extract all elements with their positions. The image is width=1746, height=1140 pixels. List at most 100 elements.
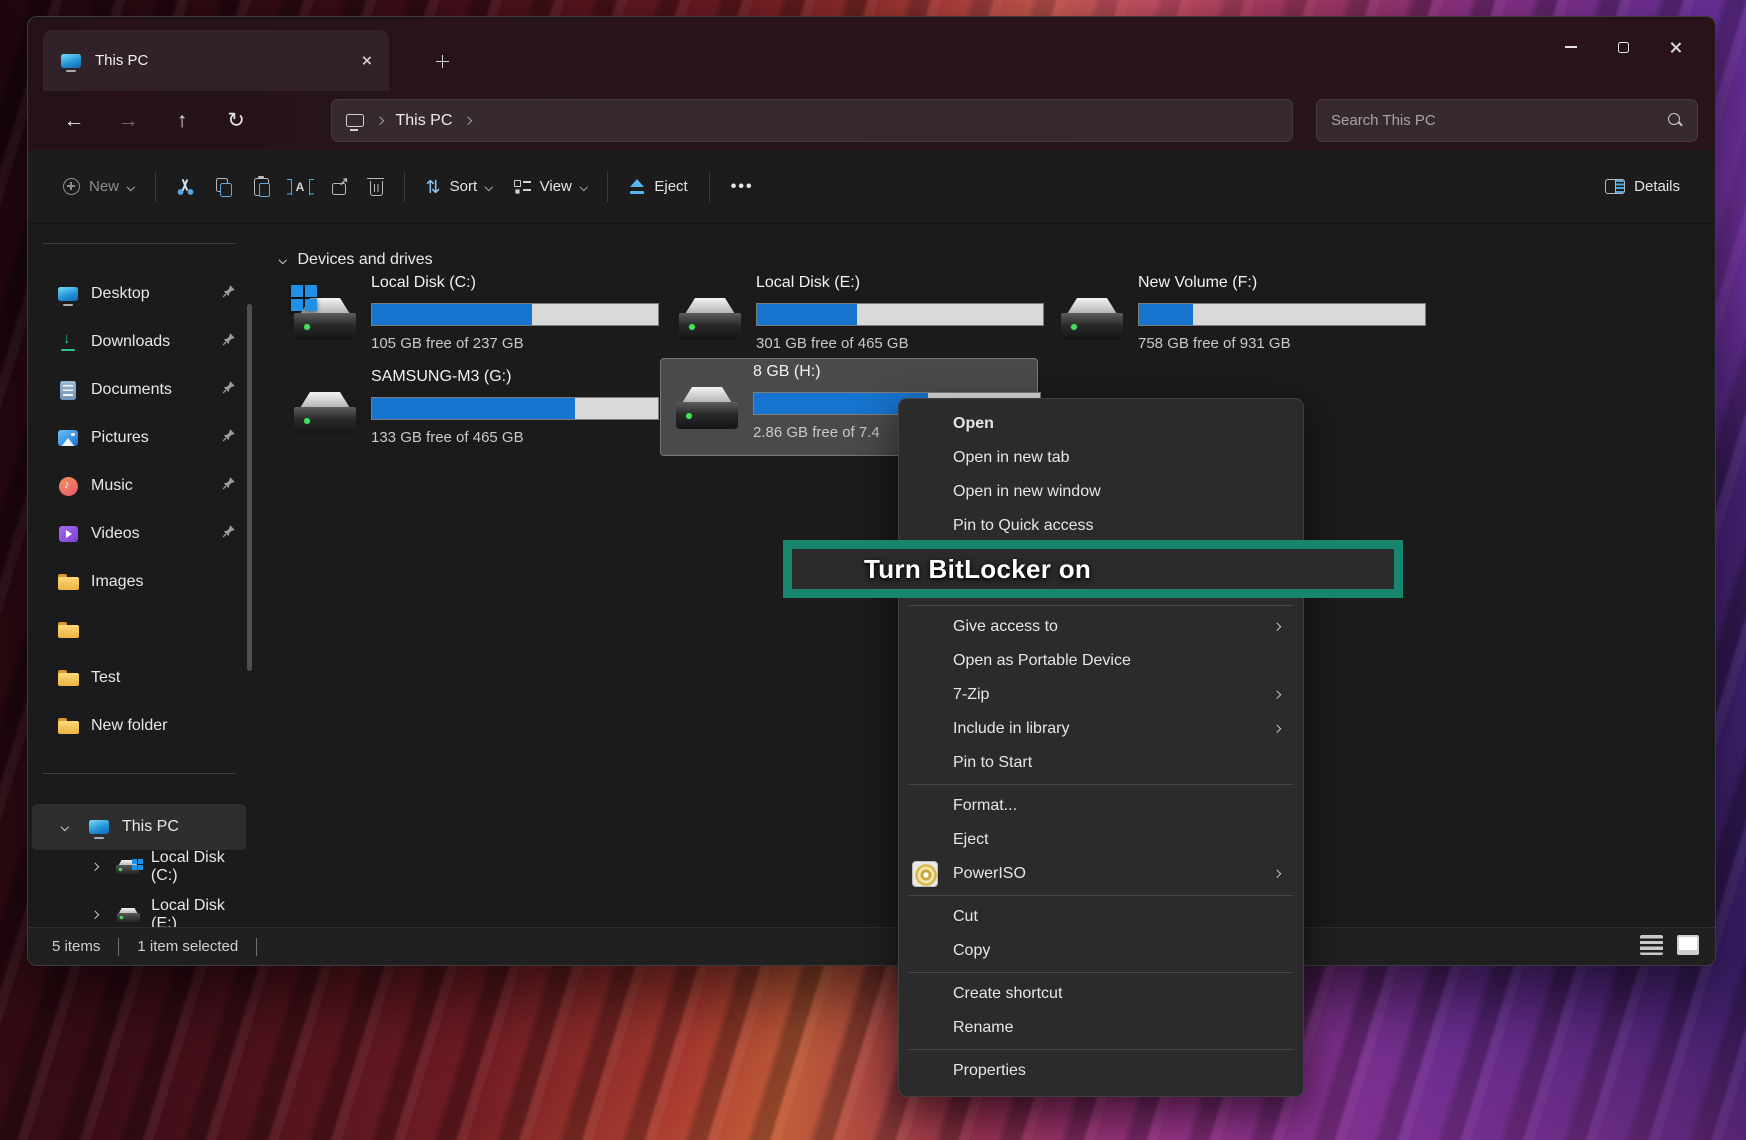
details-view-icon[interactable] (1640, 935, 1663, 955)
delete-button[interactable] (359, 165, 394, 209)
drive-tile-local-disk-e[interactable]: Local Disk (E:)301 GB free of 465 GB (656, 270, 1034, 368)
search-input[interactable]: Search This PC (1316, 99, 1698, 142)
refresh-button[interactable]: ↻ (216, 101, 256, 141)
menu-item-eject[interactable]: Eject (899, 823, 1303, 857)
this-pc-outline-icon (346, 114, 364, 127)
plus-icon (436, 55, 449, 68)
large-icons-view-icon[interactable] (1677, 935, 1699, 955)
sidebar-item-images[interactable]: Images (32, 565, 246, 599)
sidebar-item-downloads[interactable]: Downloads (32, 325, 246, 359)
pin-icon (221, 476, 242, 496)
breadcrumb-chevron-icon[interactable] (464, 117, 472, 125)
sidebar-item-local-disk-c[interactable]: Local Disk (C:) (32, 850, 246, 884)
menu-item-label: PowerISO (953, 865, 1026, 882)
menu-item-turn-bitlocker-on[interactable]: Turn BitLocker on (864, 554, 1091, 585)
forward-button[interactable]: → (108, 101, 148, 141)
menu-item-7-zip[interactable]: 7-Zip (899, 678, 1303, 712)
menu-separator (909, 784, 1293, 785)
sidebar-item-label: Images (91, 573, 143, 591)
items-count: 5 items (52, 938, 100, 955)
sidebar-item-label: This PC (122, 818, 179, 836)
search-icon[interactable] (1668, 113, 1683, 128)
drive-tile-local-disk-c[interactable]: Local Disk (C:)105 GB free of 237 GB (271, 270, 649, 368)
sidebar-item-desktop[interactable]: Desktop (32, 277, 246, 311)
sidebar-item-folder[interactable] (32, 613, 246, 647)
menu-item-copy[interactable]: Copy (899, 934, 1303, 968)
file-explorer-window: This PC ← → ↑ ↻ This PC Search This PC (27, 16, 1716, 966)
menu-item-open-in-new-tab[interactable]: Open in new tab (899, 441, 1303, 475)
videos-icon (56, 526, 80, 542)
details-button[interactable]: Details (1594, 165, 1691, 209)
pin-icon (221, 428, 242, 448)
tab-this-pc[interactable]: This PC (43, 30, 389, 91)
menu-item-label: Pin to Quick access (953, 517, 1094, 534)
sort-button[interactable]: ⇅ Sort (415, 165, 503, 209)
toolbar-divider (404, 172, 405, 202)
breadcrumb-chevron-icon[interactable] (376, 117, 384, 125)
menu-item-properties[interactable]: Properties (899, 1054, 1303, 1088)
copy-icon (216, 178, 232, 195)
new-tab-button[interactable] (426, 45, 458, 77)
address-bar[interactable]: This PC (331, 99, 1293, 142)
menu-item-create-shortcut[interactable]: Create shortcut (899, 977, 1303, 1011)
cut-button[interactable] (166, 165, 205, 209)
close-button[interactable] (1649, 27, 1701, 67)
menu-item-rename[interactable]: Rename (899, 1011, 1303, 1045)
view-button[interactable]: View (503, 165, 598, 209)
chevron-right-icon[interactable] (91, 911, 99, 919)
capacity-bar (1138, 303, 1426, 326)
menu-item-open[interactable]: Open (899, 407, 1303, 441)
rename-button[interactable]: A (280, 165, 321, 209)
menu-item-label: Eject (953, 831, 989, 848)
sidebar-item-new-folder[interactable]: New folder (32, 709, 246, 743)
menu-item-pin-to-start[interactable]: Pin to Start (899, 746, 1303, 780)
sidebar-item-pictures[interactable]: Pictures (32, 421, 246, 455)
chevron-down-icon (127, 183, 135, 191)
maximize-button[interactable] (1597, 27, 1649, 67)
menu-item-cut[interactable]: Cut (899, 900, 1303, 934)
capacity-bar (371, 303, 659, 326)
collapse-chevron-icon[interactable] (279, 256, 287, 264)
pin-icon (221, 428, 236, 443)
drive-name: Local Disk (E:) (756, 274, 860, 292)
section-header-devices-and-drives[interactable]: Devices and drives (280, 251, 433, 269)
chevron-down-icon (485, 183, 493, 191)
share-button[interactable] (321, 165, 359, 209)
up-button[interactable]: ↑ (162, 101, 202, 141)
menu-item-open-in-new-window[interactable]: Open in new window (899, 475, 1303, 509)
chevron-down-icon[interactable] (61, 823, 69, 831)
menu-item-give-access-to[interactable]: Give access to (899, 610, 1303, 644)
paste-button[interactable] (243, 165, 280, 209)
more-options-button[interactable]: ••• (720, 165, 765, 209)
minimize-button[interactable] (1545, 27, 1597, 67)
new-button[interactable]: New (52, 165, 145, 209)
menu-item-pin-to-quick-access[interactable]: Pin to Quick access (899, 509, 1303, 543)
sidebar-item-test[interactable]: Test (32, 661, 246, 695)
drive-tile-samsung-m3-g[interactable]: SAMSUNG-M3 (G:)133 GB free of 465 GB (271, 364, 649, 462)
copy-button[interactable] (205, 165, 243, 209)
menu-item-poweriso[interactable]: PowerISO (899, 857, 1303, 891)
eject-label: Eject (654, 178, 687, 195)
menu-item-open-as-portable-device[interactable]: Open as Portable Device (899, 644, 1303, 678)
drive-tile-new-volume-f[interactable]: New Volume (F:)758 GB free of 931 GB (1038, 270, 1416, 368)
chevron-right-icon[interactable] (91, 863, 99, 871)
sidebar-item-music[interactable]: Music (32, 469, 246, 503)
breadcrumb-this-pc[interactable]: This PC (396, 112, 453, 130)
sidebar-scrollbar[interactable] (247, 304, 252, 671)
maximize-icon (1618, 42, 1629, 53)
menu-item-include-in-library[interactable]: Include in library (899, 712, 1303, 746)
back-button[interactable]: ← (54, 101, 94, 141)
sidebar-item-this-pc[interactable]: This PC (32, 804, 246, 850)
command-toolbar: New A ⇅ Sort View Eject ••• De (28, 150, 1715, 224)
pin-icon (221, 524, 236, 539)
menu-separator (909, 1049, 1293, 1050)
tab-close-icon[interactable] (361, 55, 371, 65)
eject-button[interactable]: Eject (618, 165, 698, 209)
sidebar-item-videos[interactable]: Videos (32, 517, 246, 551)
submenu-chevron-icon (1272, 690, 1280, 698)
capacity-bar (756, 303, 1044, 326)
bitlocker-highlight-box[interactable]: Turn BitLocker on (783, 540, 1403, 598)
menu-item-format[interactable]: Format... (899, 789, 1303, 823)
sidebar-item-documents[interactable]: Documents (32, 373, 246, 407)
toolbar-divider (709, 172, 710, 202)
